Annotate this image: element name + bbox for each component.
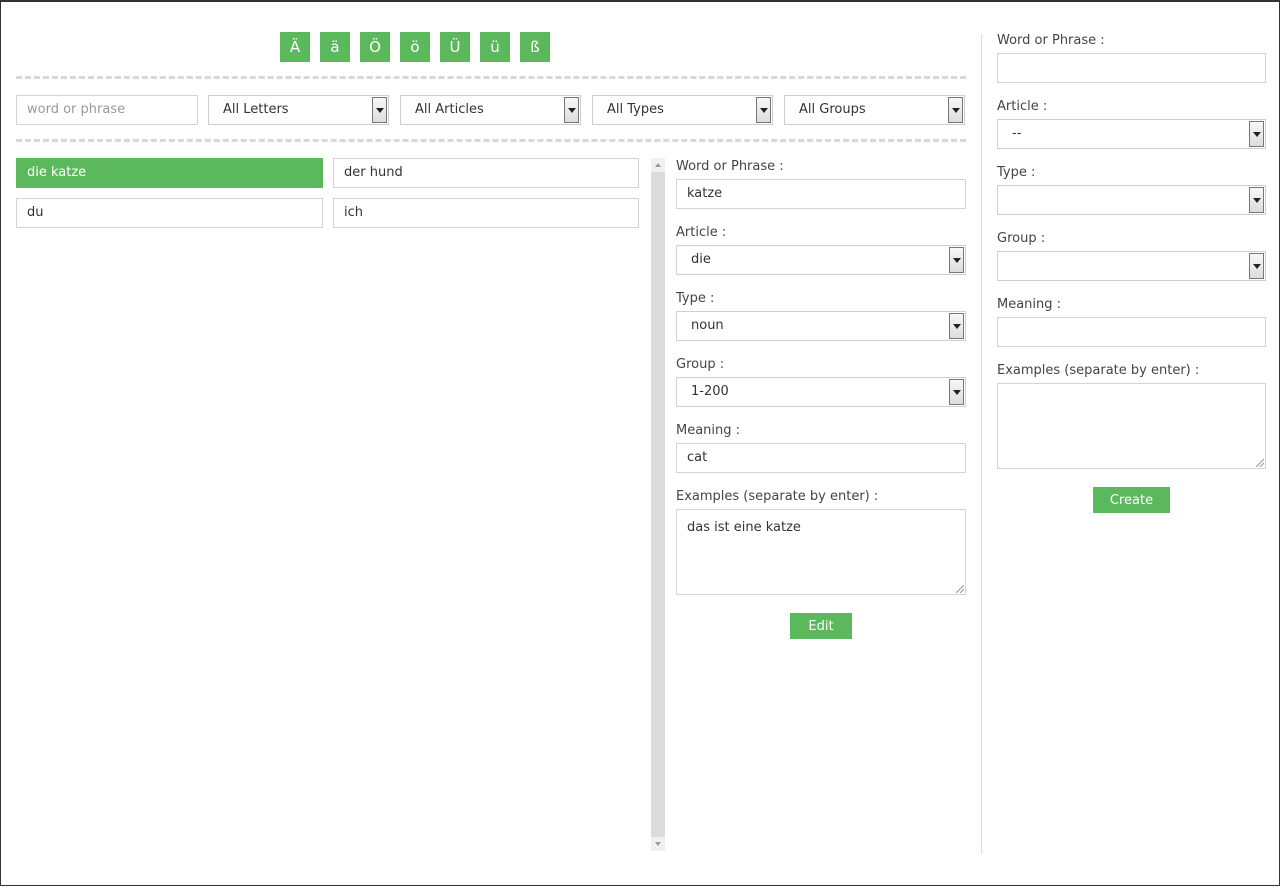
search-input[interactable]: word or phrase — [16, 95, 198, 125]
chevron-down-icon — [564, 97, 579, 123]
letters-filter-select[interactable]: All Letters — [208, 95, 389, 125]
word-list-item[interactable]: die katze — [16, 158, 323, 188]
chevron-down-icon — [372, 97, 387, 123]
edit-type-select[interactable]: noun — [676, 311, 966, 341]
edit-examples-label: Examples (separate by enter) : — [676, 489, 879, 504]
chevron-down-icon — [756, 97, 771, 123]
create-word-input[interactable] — [997, 53, 1266, 83]
scroll-down-arrow-icon[interactable] — [651, 837, 665, 851]
chevron-down-icon — [949, 247, 964, 273]
edit-meaning-input[interactable]: cat — [676, 443, 966, 473]
edit-examples-textarea[interactable]: das ist eine katze — [676, 509, 966, 595]
create-type-select[interactable] — [997, 185, 1266, 215]
chevron-down-icon — [949, 313, 964, 339]
create-article-label: Article : — [997, 99, 1048, 114]
edit-word-input[interactable]: katze — [676, 179, 966, 209]
create-examples-textarea[interactable] — [997, 383, 1266, 469]
scrollbar-thumb[interactable] — [651, 172, 665, 837]
letters-filter-value: All Letters — [223, 102, 289, 117]
word-list-scrollbar[interactable] — [651, 158, 665, 851]
panel-divider — [981, 34, 982, 854]
filter-row: word or phrase All Letters All Articles … — [16, 95, 966, 125]
create-article-select[interactable]: -- — [997, 119, 1266, 149]
types-filter-value: All Types — [607, 102, 664, 117]
create-group-label: Group : — [997, 231, 1046, 246]
articles-filter-select[interactable]: All Articles — [400, 95, 581, 125]
edit-article-value: die — [691, 252, 711, 267]
chevron-down-icon — [948, 97, 963, 123]
create-word-label: Word or Phrase : — [997, 33, 1105, 48]
create-group-select[interactable] — [997, 251, 1266, 281]
edit-article-select[interactable]: die — [676, 245, 966, 275]
chevron-down-icon — [1249, 187, 1264, 213]
chevron-down-icon — [949, 379, 964, 405]
create-meaning-input[interactable] — [997, 317, 1266, 347]
chevron-down-icon — [1249, 121, 1264, 147]
edit-group-select[interactable]: 1-200 — [676, 377, 966, 407]
divider — [16, 139, 966, 142]
letter-button-u-umlaut-upper[interactable]: Ü — [440, 32, 470, 62]
edit-group-label: Group : — [676, 357, 725, 372]
scroll-up-arrow-icon[interactable] — [651, 158, 665, 172]
edit-button[interactable]: Edit — [790, 613, 852, 639]
types-filter-select[interactable]: All Types — [592, 95, 773, 125]
edit-article-label: Article : — [676, 225, 727, 240]
word-list-item[interactable]: der hund — [333, 158, 639, 188]
create-examples-label: Examples (separate by enter) : — [997, 363, 1200, 378]
letter-button-u-umlaut-lower[interactable]: ü — [480, 32, 510, 62]
word-list-item[interactable]: du — [16, 198, 323, 228]
edit-type-value: noun — [691, 318, 724, 333]
articles-filter-value: All Articles — [415, 102, 484, 117]
edit-type-label: Type : — [676, 291, 715, 306]
letter-button-a-umlaut-upper[interactable]: Ä — [280, 32, 310, 62]
groups-filter-value: All Groups — [799, 102, 866, 117]
create-article-value: -- — [1012, 126, 1022, 141]
edit-examples-text: das ist eine katze — [687, 520, 801, 535]
edit-group-value: 1-200 — [691, 384, 729, 399]
create-type-label: Type : — [997, 165, 1036, 180]
chevron-down-icon — [1249, 253, 1264, 279]
groups-filter-select[interactable]: All Groups — [784, 95, 965, 125]
edit-meaning-label: Meaning : — [676, 423, 741, 438]
create-meaning-label: Meaning : — [997, 297, 1062, 312]
letter-button-a-umlaut-lower[interactable]: ä — [320, 32, 350, 62]
letter-button-o-umlaut-lower[interactable]: ö — [400, 32, 430, 62]
resize-grip-icon[interactable] — [1256, 459, 1264, 467]
special-letters-bar: Ä ä Ö ö Ü ü ß — [280, 32, 550, 62]
word-list-item[interactable]: ich — [333, 198, 639, 228]
resize-grip-icon[interactable] — [956, 585, 964, 593]
divider — [16, 76, 966, 79]
letter-button-eszett[interactable]: ß — [520, 32, 550, 62]
create-button[interactable]: Create — [1093, 487, 1170, 513]
letter-button-o-umlaut-upper[interactable]: Ö — [360, 32, 390, 62]
edit-word-label: Word or Phrase : — [676, 159, 784, 174]
